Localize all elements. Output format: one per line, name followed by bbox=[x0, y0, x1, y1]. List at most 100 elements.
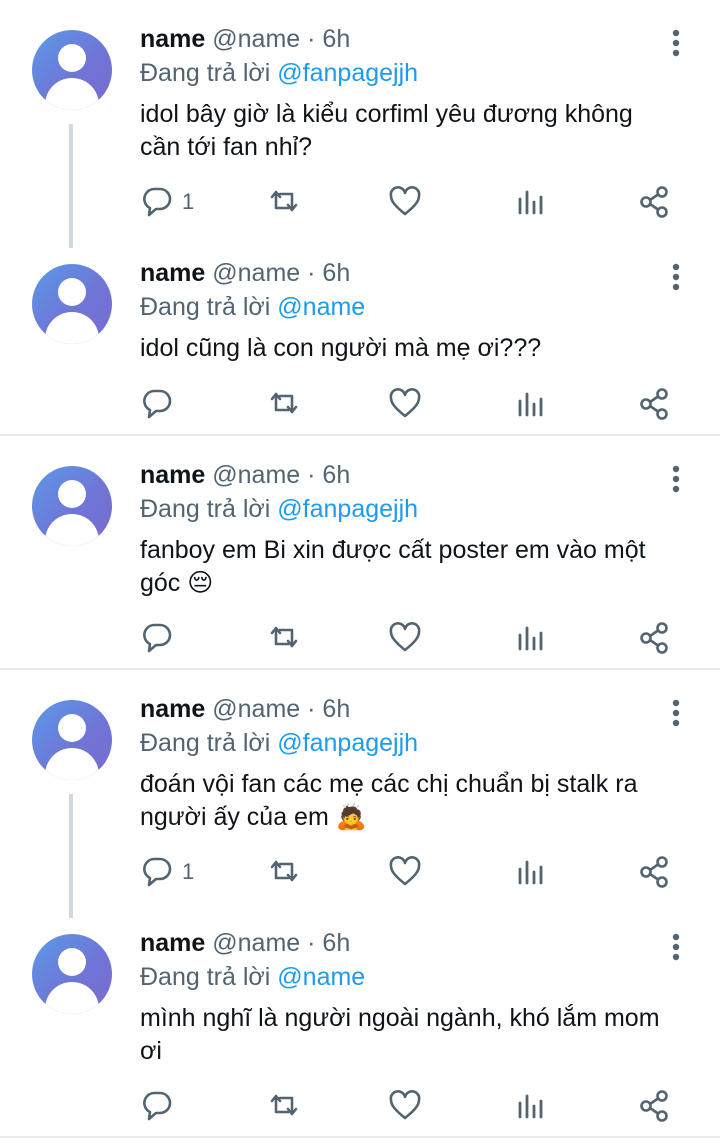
retweet-button[interactable] bbox=[266, 850, 302, 894]
more-vertical-icon[interactable] bbox=[666, 28, 686, 58]
mention-link[interactable]: @name bbox=[277, 293, 365, 321]
avatar[interactable] bbox=[32, 264, 112, 344]
tweet-header: name @name · 6h bbox=[140, 256, 660, 290]
replying-to: Đang trả lời @name bbox=[140, 290, 660, 324]
like-button[interactable] bbox=[388, 616, 422, 660]
timestamp[interactable]: 6h bbox=[322, 25, 350, 53]
avatar[interactable] bbox=[32, 466, 112, 546]
heart-icon bbox=[389, 1090, 421, 1120]
replying-label: Đang trả lời bbox=[140, 59, 271, 87]
replying-label: Đang trả lời bbox=[140, 495, 271, 523]
retweet-icon bbox=[270, 626, 298, 648]
tweet-header: name @name · 6h bbox=[140, 22, 660, 56]
more-vertical-icon[interactable] bbox=[666, 464, 686, 494]
replying-to: Đang trả lời @name bbox=[140, 960, 660, 994]
bowing-person-emoji: 🙇 bbox=[335, 803, 367, 831]
analytics-button[interactable] bbox=[514, 1084, 548, 1128]
divider bbox=[0, 668, 720, 670]
reply-button[interactable] bbox=[140, 616, 174, 660]
more-vertical-icon[interactable] bbox=[666, 262, 686, 292]
tweet-header: name @name · 6h bbox=[140, 458, 660, 492]
reply-button[interactable]: 1 bbox=[140, 180, 194, 224]
retweet-icon bbox=[270, 392, 298, 414]
reply-icon bbox=[143, 389, 172, 419]
separator-dot: · bbox=[307, 461, 316, 489]
replying-to: Đang trả lời @fanpagejjh bbox=[140, 492, 660, 526]
timestamp[interactable]: 6h bbox=[322, 461, 350, 489]
analytics-button[interactable] bbox=[514, 850, 548, 894]
reply-button[interactable] bbox=[140, 382, 174, 426]
mention-link[interactable]: @fanpagejjh bbox=[277, 495, 418, 523]
share-button[interactable] bbox=[638, 616, 670, 660]
user-handle[interactable]: @name bbox=[212, 25, 300, 53]
separator-dot: · bbox=[307, 695, 316, 723]
retweet-button[interactable] bbox=[266, 616, 302, 660]
like-button[interactable] bbox=[388, 382, 422, 426]
analytics-icon bbox=[518, 626, 543, 651]
heart-icon bbox=[389, 186, 421, 216]
tweet-text-body: fanboy em Bi xin được cất poster em vào … bbox=[140, 536, 646, 597]
replying-label: Đang trả lời bbox=[140, 729, 271, 757]
avatar[interactable] bbox=[32, 30, 112, 110]
retweet-button[interactable] bbox=[266, 180, 302, 224]
timestamp[interactable]: 6h bbox=[322, 695, 350, 723]
retweet-button[interactable] bbox=[266, 1084, 302, 1128]
analytics-button[interactable] bbox=[514, 180, 548, 224]
like-button[interactable] bbox=[388, 1084, 422, 1128]
replying-label: Đang trả lời bbox=[140, 963, 271, 991]
analytics-icon bbox=[518, 190, 543, 215]
share-button[interactable] bbox=[638, 382, 670, 426]
reply-button[interactable] bbox=[140, 1084, 174, 1128]
user-handle[interactable]: @name bbox=[212, 695, 300, 723]
tweet-text: idol cũng là con người mà mẹ ơi??? bbox=[140, 334, 542, 362]
reply-button[interactable]: 1 bbox=[140, 850, 194, 894]
reply-icon bbox=[143, 1091, 172, 1121]
retweet-icon bbox=[270, 860, 298, 882]
more-vertical-icon[interactable] bbox=[666, 932, 686, 962]
more-vertical-icon[interactable] bbox=[666, 698, 686, 728]
reply-icon bbox=[143, 623, 172, 653]
tweet-text: đoán vội fan các mẹ các chị chuẩn bị sta… bbox=[140, 768, 660, 834]
divider bbox=[0, 434, 720, 436]
tweet-actions bbox=[0, 382, 720, 426]
display-name[interactable]: name bbox=[140, 929, 205, 957]
like-button[interactable] bbox=[388, 850, 422, 894]
tweet-header: name @name · 6h bbox=[140, 926, 660, 960]
mention-link[interactable]: @fanpagejjh bbox=[277, 59, 418, 87]
analytics-button[interactable] bbox=[514, 616, 548, 660]
like-button[interactable] bbox=[388, 180, 422, 224]
mention-link[interactable]: @fanpagejjh bbox=[277, 729, 418, 757]
share-button[interactable] bbox=[638, 180, 670, 224]
avatar[interactable] bbox=[32, 934, 112, 1014]
heart-icon bbox=[389, 388, 421, 418]
share-button[interactable] bbox=[638, 1084, 670, 1128]
display-name[interactable]: name bbox=[140, 259, 205, 287]
timestamp[interactable]: 6h bbox=[322, 259, 350, 287]
retweet-button[interactable] bbox=[266, 382, 302, 426]
display-name[interactable]: name bbox=[140, 461, 205, 489]
reply-count: 1 bbox=[182, 859, 195, 884]
replying-to: Đang trả lời @fanpagejjh bbox=[140, 56, 660, 90]
share-icon bbox=[640, 1090, 668, 1122]
share-icon bbox=[640, 388, 668, 420]
tweet-text-body: đoán vội fan các mẹ các chị chuẩn bị sta… bbox=[140, 770, 638, 831]
share-button[interactable] bbox=[638, 850, 670, 894]
separator-dot: · bbox=[307, 25, 316, 53]
timestamp[interactable]: 6h bbox=[322, 929, 350, 957]
user-handle[interactable]: @name bbox=[212, 461, 300, 489]
display-name[interactable]: name bbox=[140, 25, 205, 53]
user-handle[interactable]: @name bbox=[212, 929, 300, 957]
tweet-text: fanboy em Bi xin được cất poster em vào … bbox=[140, 534, 660, 600]
avatar[interactable] bbox=[32, 700, 112, 780]
retweet-icon bbox=[270, 1094, 298, 1116]
separator-dot: · bbox=[307, 929, 316, 957]
reply-count: 1 bbox=[182, 189, 195, 214]
share-icon bbox=[640, 856, 668, 888]
display-name[interactable]: name bbox=[140, 695, 205, 723]
retweet-icon bbox=[270, 190, 298, 212]
user-handle[interactable]: @name bbox=[212, 259, 300, 287]
separator-dot: · bbox=[307, 259, 316, 287]
heart-icon bbox=[389, 622, 421, 652]
analytics-button[interactable] bbox=[514, 382, 548, 426]
mention-link[interactable]: @name bbox=[277, 963, 365, 991]
